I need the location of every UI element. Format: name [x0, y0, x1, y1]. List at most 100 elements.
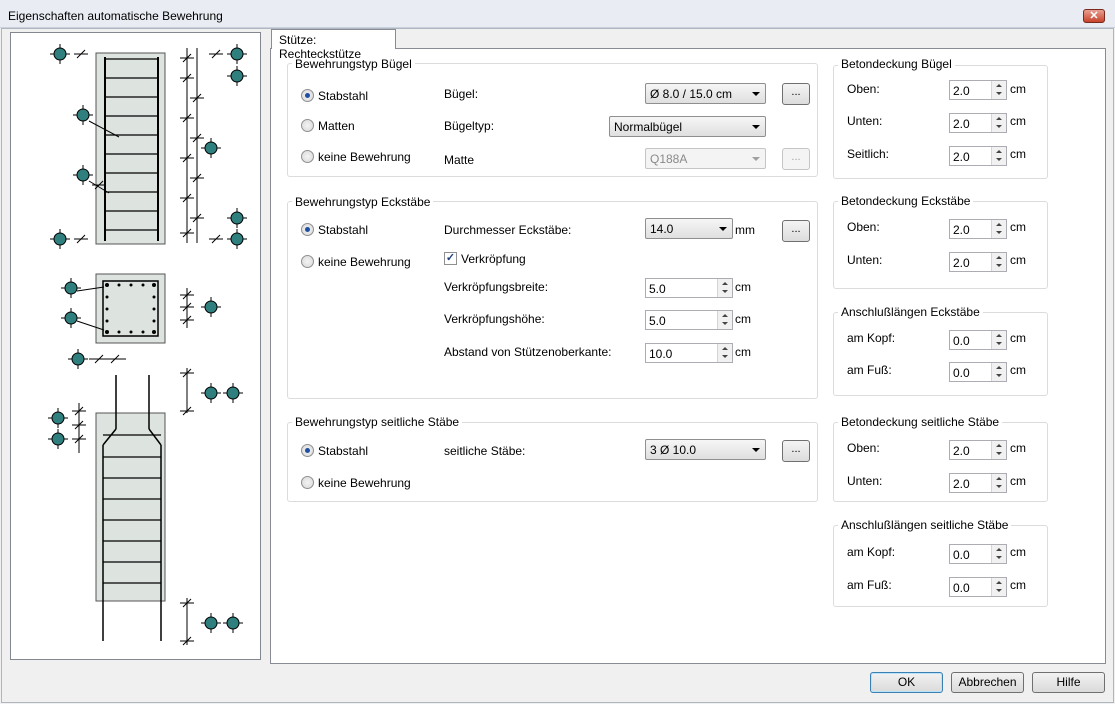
spin-down-icon[interactable] — [717, 288, 732, 297]
bs-oben-spinner[interactable]: 2.0 — [949, 440, 1007, 460]
spin-up-icon[interactable] — [717, 311, 732, 320]
spin-up-icon[interactable] — [991, 220, 1006, 229]
group-eckstaebe-title: Bewehrungstyp Eckstäbe — [292, 195, 434, 209]
spin-down-icon[interactable] — [991, 587, 1006, 596]
unit-cm: cm — [1010, 578, 1026, 592]
verkroepfungsbreite-spinner[interactable]: 5.0 — [645, 278, 733, 298]
spin-down-icon[interactable] — [717, 320, 732, 329]
spin-up-icon[interactable] — [991, 81, 1006, 90]
buegel-select[interactable]: Ø 8.0 / 15.0 cm — [645, 83, 766, 104]
betondeckung-eck-title: Betondeckung Eckstäbe — [838, 194, 974, 208]
spin-up-icon[interactable] — [991, 331, 1006, 340]
durchmesser-select[interactable]: 14.0 — [645, 218, 733, 239]
spin-up-icon[interactable] — [991, 474, 1006, 483]
spin-down-icon[interactable] — [991, 483, 1006, 492]
spin-up-icon[interactable] — [717, 279, 732, 288]
buegeltyp-select-value: Normalbügel — [614, 120, 683, 134]
ae-fuss-spinner[interactable]: 0.0 — [949, 362, 1007, 382]
spin-up-icon[interactable] — [991, 253, 1006, 262]
bs-unten-spinner[interactable]: 2.0 — [949, 473, 1007, 493]
chevron-down-icon — [752, 125, 760, 129]
bb-oben-label: Oben: — [847, 82, 880, 96]
abstand-spinner[interactable]: 10.0 — [645, 343, 733, 363]
spinner-value: 2.0 — [953, 84, 970, 98]
spin-up-icon[interactable] — [991, 114, 1006, 123]
unit-cm: cm — [1010, 253, 1026, 267]
verkroepfungshoehe-spinner[interactable]: 5.0 — [645, 310, 733, 330]
ok-button[interactable]: OK — [870, 672, 943, 693]
as-fuss-spinner[interactable]: 0.0 — [949, 577, 1007, 597]
chevron-down-icon — [752, 448, 760, 452]
buegeltyp-select[interactable]: Normalbügel — [609, 116, 766, 137]
verkroepfung-label: Verkröpfung — [461, 252, 526, 266]
buegel-label: Bügel: — [444, 87, 479, 101]
help-button[interactable]: Hilfe — [1032, 672, 1105, 693]
group-seitliche-title: Bewehrungstyp seitliche Stäbe — [292, 415, 463, 429]
seitliche-staebe-label: seitliche Stäbe: — [444, 444, 526, 458]
abstand-unit: cm — [735, 345, 751, 359]
seitliche-more-button[interactable]: ... — [782, 440, 810, 462]
radio-buegel-matten[interactable] — [301, 119, 314, 132]
radio-seit-keine[interactable] — [301, 476, 314, 489]
window-title: Eigenschaften automatische Bewehrung — [8, 9, 223, 23]
spin-down-icon[interactable] — [991, 372, 1006, 381]
bb-unten-spinner[interactable]: 2.0 — [949, 113, 1007, 133]
seitliche-staebe-select[interactable]: 3 Ø 10.0 — [645, 439, 766, 460]
bs-oben-label: Oben: — [847, 441, 880, 455]
matte-select-value: Q188A — [650, 152, 688, 166]
bb-unten-label: Unten: — [847, 114, 883, 128]
group-betondeckung-seit — [833, 422, 1048, 502]
spin-down-icon[interactable] — [991, 156, 1006, 165]
matte-more-button[interactable]: ... — [782, 148, 810, 170]
spin-down-icon[interactable] — [717, 353, 732, 362]
radio-eck-keine[interactable] — [301, 255, 314, 268]
verkroepfung-checkbox[interactable]: ✓ — [444, 252, 457, 265]
spin-up-icon[interactable] — [991, 147, 1006, 156]
matte-label: Matte — [444, 153, 475, 167]
spin-down-icon[interactable] — [991, 450, 1006, 459]
spin-up-icon[interactable] — [991, 545, 1006, 554]
durchmesser-more-button[interactable]: ... — [782, 220, 810, 242]
radio-buegel-stabstahl-label: Stabstahl — [318, 89, 369, 103]
spin-up-icon[interactable] — [991, 363, 1006, 372]
cancel-button[interactable]: Abbrechen — [951, 672, 1024, 693]
spinner-value: 5.0 — [649, 314, 666, 328]
durchmesser-label: Durchmesser Eckstäbe: — [444, 223, 572, 237]
be-oben-label: Oben: — [847, 220, 880, 234]
be-oben-spinner[interactable]: 2.0 — [949, 219, 1007, 239]
as-fuss-label: am Fuß: — [847, 578, 892, 592]
spin-down-icon[interactable] — [991, 123, 1006, 132]
close-button[interactable]: ✕ — [1083, 9, 1105, 23]
buegel-more-button[interactable]: ... — [782, 83, 810, 105]
spinner-value: 2.0 — [953, 117, 970, 131]
be-unten-spinner[interactable]: 2.0 — [949, 252, 1007, 272]
tab-rechteckstuetze[interactable]: Stütze: Rechteckstütze — [271, 29, 396, 61]
spinner-value: 5.0 — [649, 282, 666, 296]
spinner-value: 2.0 — [953, 223, 970, 237]
spin-up-icon[interactable] — [991, 441, 1006, 450]
group-anschluss-seit — [833, 525, 1048, 607]
durchmesser-select-value: 14.0 — [650, 222, 674, 236]
spinner-value: 10.0 — [649, 347, 673, 361]
spin-down-icon[interactable] — [991, 340, 1006, 349]
bb-oben-spinner[interactable]: 2.0 — [949, 80, 1007, 100]
as-kopf-spinner[interactable]: 0.0 — [949, 544, 1007, 564]
chevron-down-icon — [752, 157, 760, 161]
spin-down-icon[interactable] — [991, 554, 1006, 563]
ae-kopf-spinner[interactable]: 0.0 — [949, 330, 1007, 350]
bb-seitlich-label: Seitlich: — [847, 147, 890, 161]
spin-down-icon[interactable] — [991, 229, 1006, 238]
ae-kopf-label: am Kopf: — [847, 331, 896, 345]
bb-seitlich-spinner[interactable]: 2.0 — [949, 146, 1007, 166]
radio-buegel-keine[interactable] — [301, 150, 314, 163]
radio-eck-stabstahl[interactable] — [301, 223, 314, 236]
title-bar: Eigenschaften automatische Bewehrung ✕ — [0, 0, 1115, 28]
radio-buegel-stabstahl[interactable] — [301, 89, 314, 102]
spin-down-icon[interactable] — [991, 262, 1006, 271]
spin-down-icon[interactable] — [991, 90, 1006, 99]
unit-cm: cm — [1010, 545, 1026, 559]
spin-up-icon[interactable] — [717, 344, 732, 353]
matte-select[interactable]: Q188A — [645, 148, 766, 169]
radio-seit-stabstahl[interactable] — [301, 444, 314, 457]
spin-up-icon[interactable] — [991, 578, 1006, 587]
